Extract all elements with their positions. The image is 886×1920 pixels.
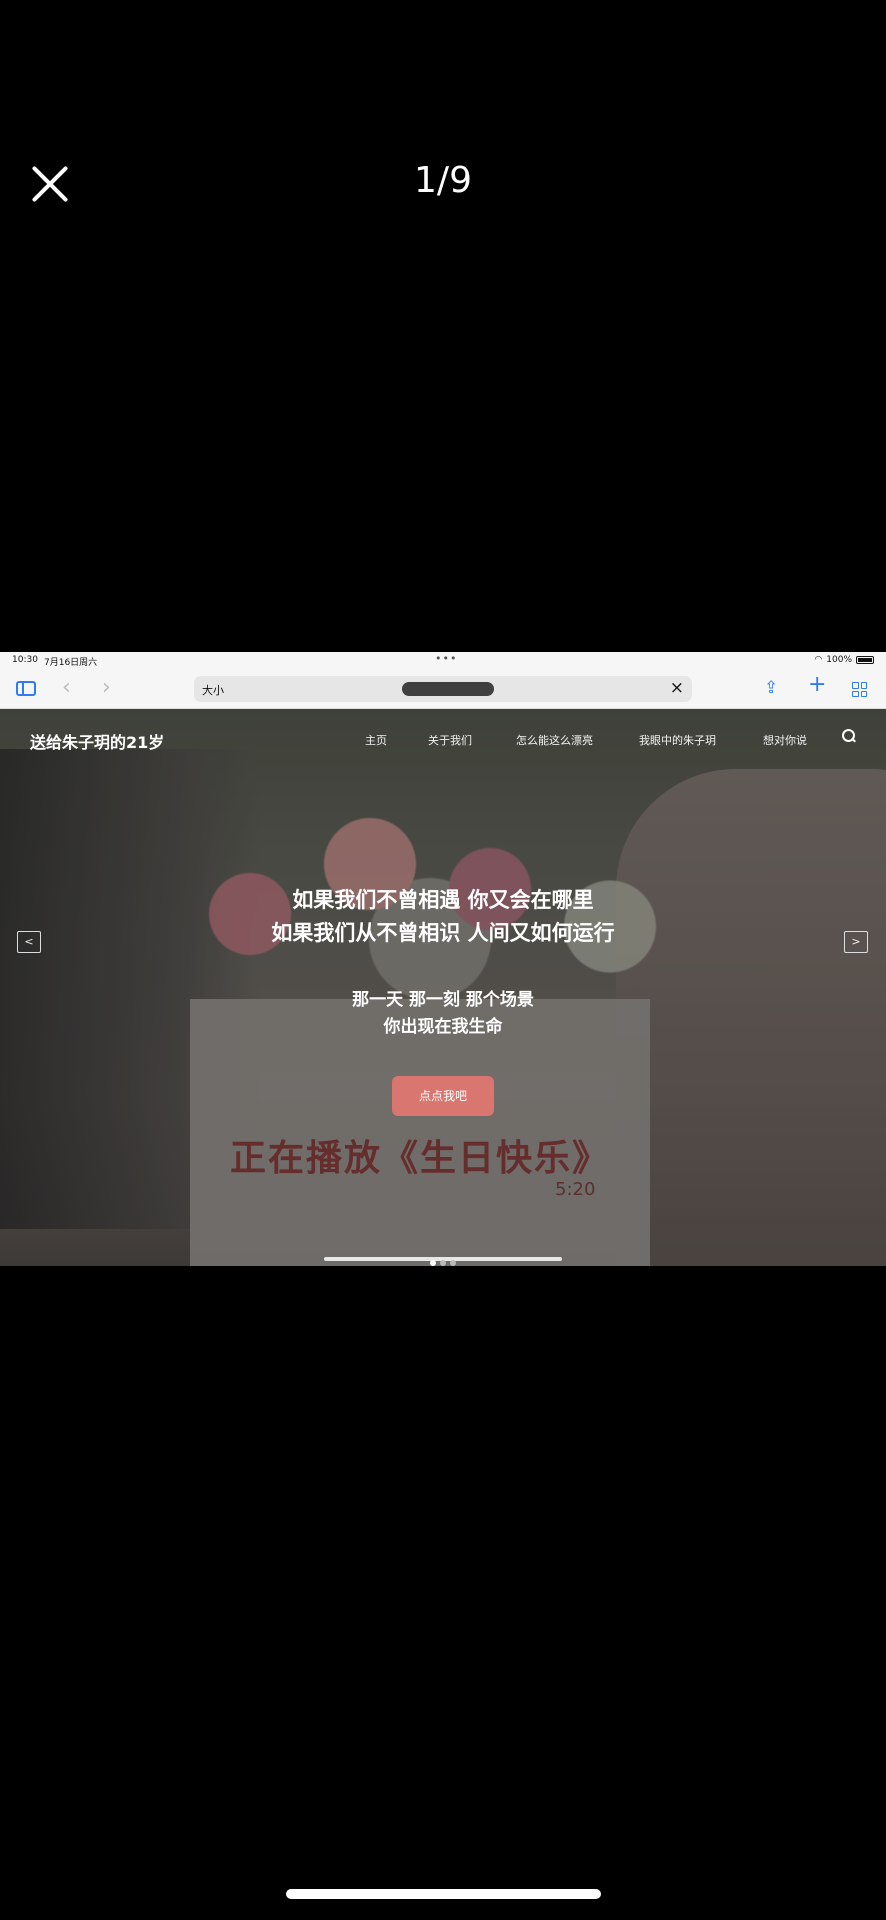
prev-slide-button[interactable]: < <box>17 931 41 953</box>
search-icon[interactable] <box>842 729 856 743</box>
status-time: 10:30 <box>12 655 38 665</box>
sidebar-icon[interactable] <box>16 681 36 696</box>
hero-line-3: 那一天 那一刻 那个场景 <box>352 990 534 1010</box>
browser-toolbar: ‹ › 大小 × ⇪ + <box>0 669 886 709</box>
image-counter: 1/9 <box>414 160 472 201</box>
clear-icon[interactable]: × <box>670 678 684 698</box>
nav-item-home[interactable]: 主页 <box>365 732 387 748</box>
share-icon[interactable]: ⇪ <box>764 677 778 699</box>
hero-line-2: 如果我们从不曾相识 人间又如何运行 <box>271 921 615 945</box>
nav-item-about[interactable]: 关于我们 <box>428 732 472 748</box>
tabs-icon[interactable] <box>852 682 867 697</box>
reader-size-button[interactable]: 大小 <box>202 682 224 698</box>
multitasking-dots-icon: ••• <box>435 652 458 665</box>
battery-icon <box>856 656 874 664</box>
hero-line-1: 如果我们不曾相遇 你又会在哪里 <box>292 888 594 912</box>
nav-item-beautiful[interactable]: 怎么能这么漂亮 <box>516 732 593 748</box>
battery-percent: 100% <box>826 655 852 665</box>
forward-icon[interactable]: › <box>102 677 111 699</box>
plus-icon[interactable]: + <box>808 674 826 696</box>
battery-status: ◠ 100% <box>814 655 874 665</box>
slide-indicator[interactable] <box>430 1260 456 1266</box>
home-indicator[interactable] <box>286 1889 601 1899</box>
address-bar[interactable]: 大小 × <box>194 676 692 702</box>
status-date: 7月16日周六 <box>44 658 98 668</box>
wifi-icon: ◠ <box>814 655 823 665</box>
next-slide-button[interactable]: > <box>844 931 868 953</box>
hero-line-4: 你出现在我生命 <box>383 1017 503 1037</box>
site-title[interactable]: 送给朱子玥的21岁 <box>30 729 164 753</box>
redacted-url <box>402 682 494 696</box>
status-bar: 10:30 7月16日周六 ••• ◠ 100% <box>0 652 886 669</box>
click-me-button[interactable]: 点点我吧 <box>392 1076 494 1116</box>
nav-item-say-to-you[interactable]: 想对你说 <box>763 732 807 748</box>
nav-item-in-my-eyes[interactable]: 我眼中的朱子玥 <box>639 732 716 748</box>
back-icon[interactable]: ‹ <box>62 677 71 699</box>
screenshot-image[interactable]: 10:30 7月16日周六 ••• ◠ 100% ‹ › 大小 × ⇪ + 正在… <box>0 652 886 1266</box>
